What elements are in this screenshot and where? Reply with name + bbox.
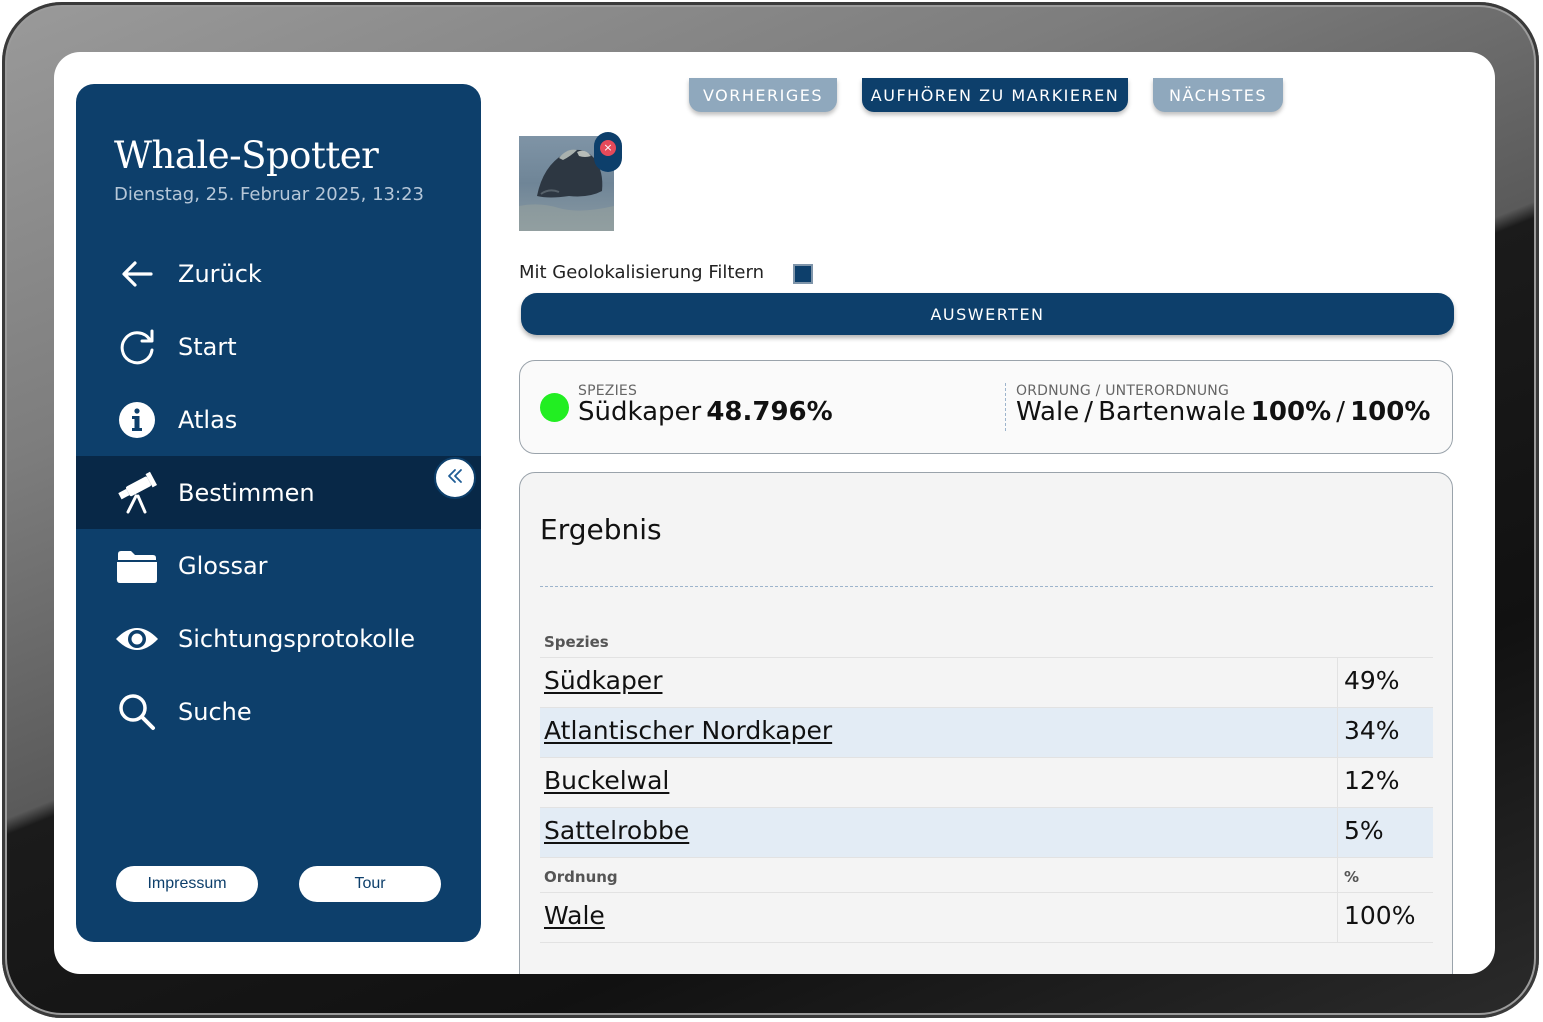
table-row: Atlantischer Nordkaper 34%: [540, 708, 1433, 758]
order-header: Ordnung: [544, 868, 618, 886]
folder-icon: [114, 543, 160, 589]
species-percent: 34%: [1344, 716, 1400, 745]
species-header: Spezies: [544, 633, 609, 651]
species-link[interactable]: Sattelrobbe: [544, 816, 689, 845]
sidebar-item-bestimmen[interactable]: Bestimmen: [76, 456, 481, 529]
sidebar-nav: Zurück Start Atlas Bestimmen Glossar Sic…: [76, 237, 481, 748]
tour-button[interactable]: Tour: [299, 866, 441, 902]
tablet-frame: Whale-Spotter Dienstag, 25. Februar 2025…: [2, 2, 1539, 1018]
impressum-button[interactable]: Impressum: [116, 866, 258, 902]
app-date: Dienstag, 25. Februar 2025, 13:23: [114, 184, 424, 205]
order-name: Wale: [1016, 397, 1080, 427]
result-card: Ergebnis Spezies Südkaper 49% Atlantisch…: [519, 472, 1453, 974]
sidebar-item-label: Suche: [178, 697, 252, 726]
sidebar-item-label: Atlas: [178, 405, 238, 434]
geo-filter-checkbox[interactable]: [793, 264, 813, 284]
sidebar-item-label: Sichtungsprotokolle: [178, 624, 416, 653]
sidebar-item-label: Zurück: [178, 259, 262, 288]
sidebar-item-label: Start: [178, 332, 237, 361]
species-value: 48.796%: [706, 397, 833, 427]
result-divider: [540, 586, 1433, 587]
value-slash: /: [1336, 397, 1345, 427]
previous-button[interactable]: VORHERIGES: [689, 78, 837, 112]
next-button[interactable]: NÄCHSTES: [1153, 78, 1283, 112]
species-summary: SPEZIES Südkaper 48.796%: [578, 383, 833, 427]
geo-filter-label: Mit Geolokalisierung Filtern: [519, 262, 764, 283]
sidebar: Whale-Spotter Dienstag, 25. Februar 2025…: [76, 84, 481, 942]
app-screen: Whale-Spotter Dienstag, 25. Februar 2025…: [54, 52, 1495, 974]
remove-photo-button[interactable]: ×: [594, 132, 622, 172]
refresh-icon: [114, 324, 160, 370]
order-summary: ORDNUNG / UNTERORDNUNG Wale / Bartenwale…: [1016, 383, 1430, 427]
species-name: Südkaper: [578, 397, 702, 427]
table-row: Sattelrobbe 5%: [540, 808, 1433, 858]
table-row: Wale 100%: [540, 893, 1433, 943]
suborder-name: Bartenwale: [1098, 397, 1246, 427]
sidebar-item-zurueck[interactable]: Zurück: [76, 237, 481, 310]
telescope-icon: [114, 470, 160, 516]
sidebar-item-label: Bestimmen: [178, 478, 315, 507]
sidebar-item-suche[interactable]: Suche: [76, 675, 481, 748]
order-percent: 100%: [1344, 901, 1416, 930]
app-title: Whale-Spotter: [114, 134, 379, 177]
chevrons-left-icon: [446, 467, 464, 489]
info-icon: [114, 397, 160, 443]
sidebar-item-atlas[interactable]: Atlas: [76, 383, 481, 456]
result-table: Spezies Südkaper 49% Atlantischer Nordka…: [540, 623, 1433, 943]
arrow-left-icon: [114, 251, 160, 297]
suborder-value: 100%: [1350, 397, 1431, 427]
sidebar-item-sichtungsprotokolle[interactable]: Sichtungsprotokolle: [76, 602, 481, 675]
search-icon: [114, 689, 160, 735]
result-title: Ergebnis: [540, 513, 662, 546]
species-header-row: Spezies: [540, 623, 1433, 658]
species-link[interactable]: Südkaper: [544, 666, 662, 695]
close-icon: ×: [600, 140, 616, 156]
order-header-row: Ordnung %: [540, 858, 1433, 893]
stop-marking-button[interactable]: AUFHÖREN ZU MARKIEREN: [862, 78, 1128, 112]
order-percent-header: %: [1344, 868, 1360, 886]
table-row: Buckelwal 12%: [540, 758, 1433, 808]
species-percent: 12%: [1344, 766, 1400, 795]
sidebar-item-start[interactable]: Start: [76, 310, 481, 383]
sidebar-item-glossar[interactable]: Glossar: [76, 529, 481, 602]
table-row: Südkaper 49%: [540, 658, 1433, 708]
collapse-sidebar-button[interactable]: [434, 457, 476, 499]
status-indicator: [540, 393, 569, 422]
species-percent: 49%: [1344, 666, 1400, 695]
species-link[interactable]: Buckelwal: [544, 766, 669, 795]
summary-divider: [1005, 383, 1006, 431]
species-percent: 5%: [1344, 816, 1384, 845]
order-link[interactable]: Wale: [544, 901, 605, 930]
eye-icon: [114, 616, 160, 662]
species-link[interactable]: Atlantischer Nordkaper: [544, 716, 832, 745]
order-value: 100%: [1250, 397, 1332, 427]
summary-card: SPEZIES Südkaper 48.796% ORDNUNG / UNTER…: [519, 360, 1453, 454]
evaluate-button[interactable]: AUSWERTEN: [521, 293, 1454, 335]
sidebar-item-label: Glossar: [178, 551, 268, 580]
name-slash: /: [1084, 397, 1094, 427]
